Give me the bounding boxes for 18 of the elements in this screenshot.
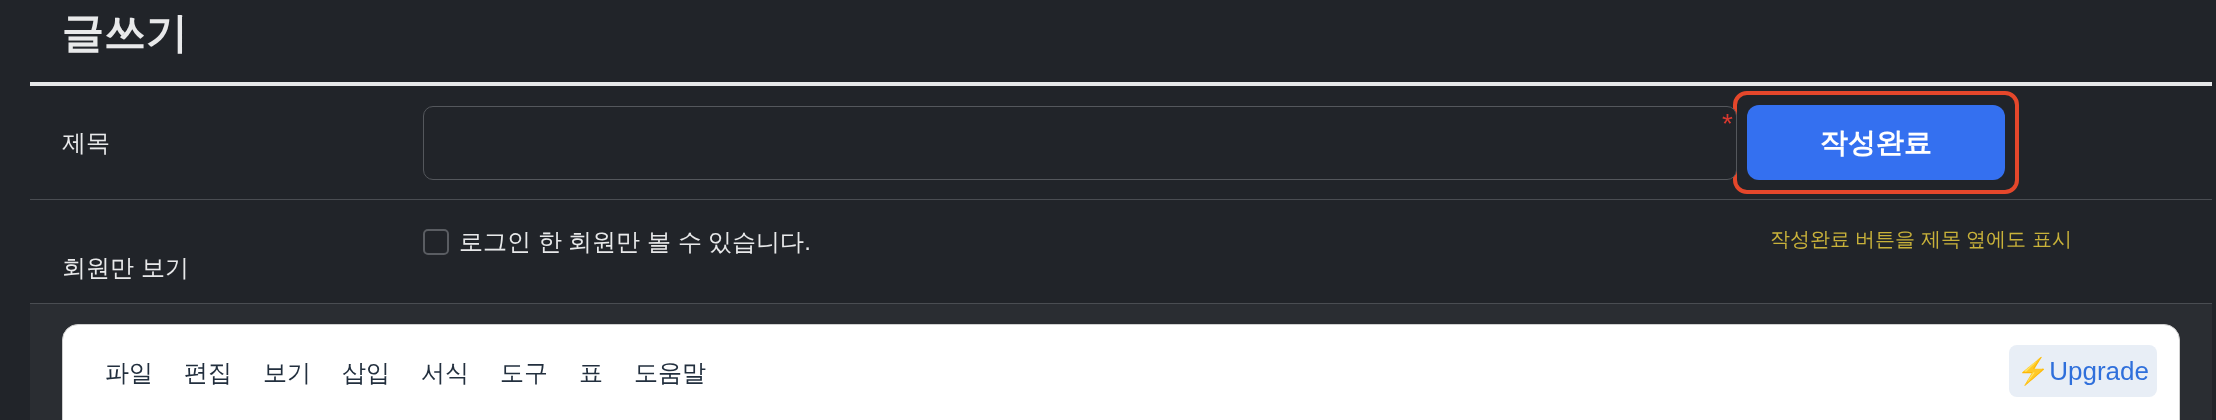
menu-item[interactable]: 편집 — [184, 355, 232, 391]
page-title: 글쓰기 — [62, 12, 188, 54]
menu-item[interactable]: 파일 — [105, 355, 153, 391]
checkbox-label: 로그인 한 회원만 볼 수 있습니다. — [459, 227, 811, 257]
upgrade-button[interactable]: ⚡Upgrade — [2009, 345, 2157, 397]
menu-item[interactable]: 삽입 — [342, 355, 390, 391]
menu-item[interactable]: 표 — [579, 355, 603, 391]
required-mark: * — [1722, 109, 1733, 138]
checkbox[interactable] — [423, 229, 449, 255]
menu-item[interactable]: 도구 — [500, 355, 548, 391]
field-label: 회원만 보기 — [62, 254, 189, 281]
menu-item[interactable]: 도움말 — [634, 355, 706, 391]
menu-item[interactable]: 서식 — [421, 355, 469, 391]
submit-button[interactable]: 작성완료 — [1747, 105, 2005, 180]
field-label: 제목 — [62, 127, 110, 158]
title-input[interactable] — [423, 105, 1737, 180]
annotation-text: 작성완료 버튼을 제목 옆에도 표시 — [1769, 227, 2072, 252]
menu-item[interactable]: 보기 — [263, 355, 311, 391]
